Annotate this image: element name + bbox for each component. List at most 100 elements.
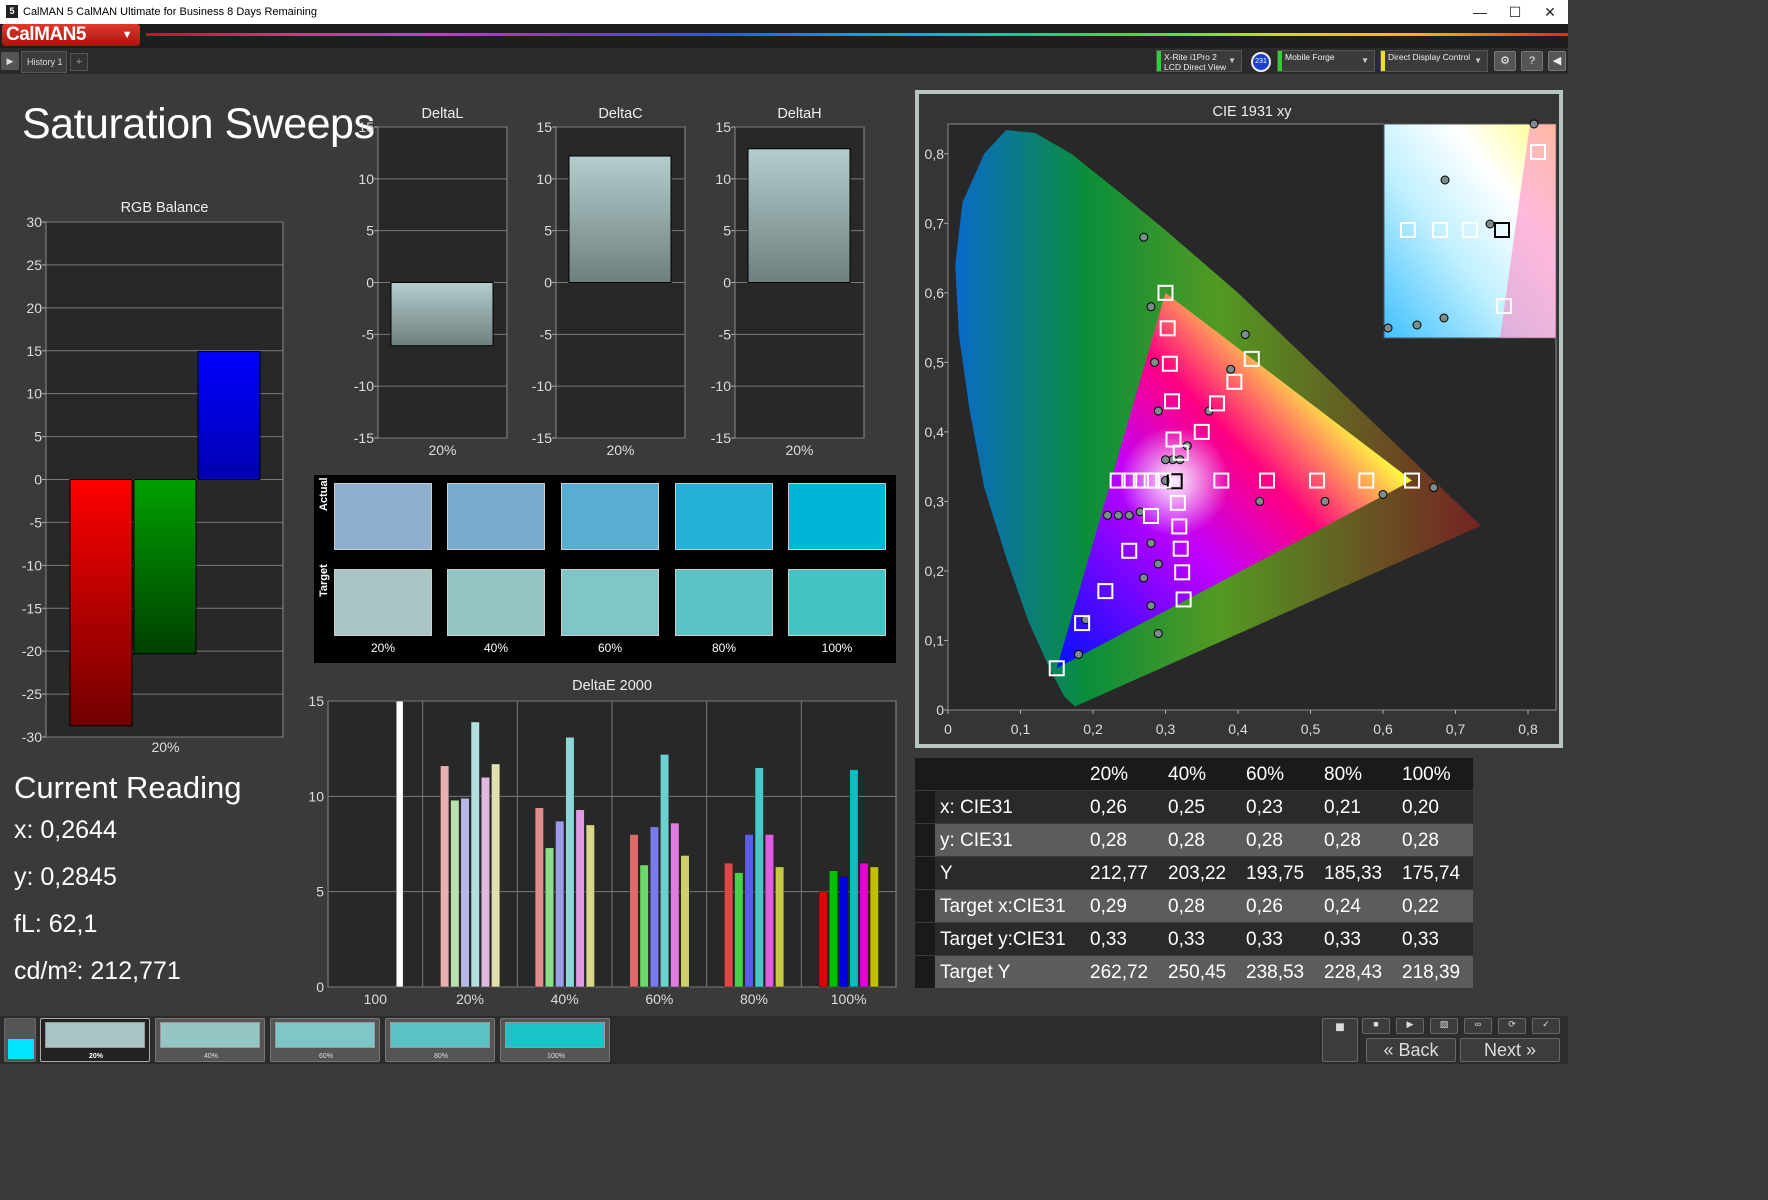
measured-point <box>1140 233 1148 241</box>
current-reading: Current Reading x: 0,2644 y: 0,2845 fL: … <box>14 770 241 1004</box>
y-tick-label: 0,5 <box>925 354 945 370</box>
x-category-label: 100 <box>364 991 388 1007</box>
measured-point <box>1430 484 1438 492</box>
next-label: Next <box>1484 1040 1521 1060</box>
deltae-bar <box>745 834 754 987</box>
step-label: 80% <box>386 1053 496 1060</box>
row-label: y: CIE31 <box>940 830 1013 852</box>
x-tick-label: 0,1 <box>1011 721 1031 737</box>
table-cell: 0,22 <box>1402 896 1439 918</box>
x-tick-label: 0,7 <box>1446 721 1466 737</box>
sweep-step-button[interactable]: 60% <box>270 1018 380 1062</box>
y-tick-label: 0,8 <box>925 146 945 162</box>
inset-point <box>1413 321 1421 329</box>
inset-point <box>1486 220 1494 228</box>
table-header: 40% <box>1168 764 1206 786</box>
step-color <box>505 1022 605 1048</box>
y-tick-label: 0,2 <box>925 563 945 579</box>
sweep-step-button[interactable]: 20% <box>40 1018 150 1062</box>
reading-cdm2: cd/m²: 212,771 <box>14 957 241 1004</box>
row-gutter <box>915 890 935 922</box>
row-label: Y <box>940 863 953 885</box>
inset-point <box>1440 314 1448 322</box>
x-category-label: 20% <box>456 991 484 1007</box>
deltae-bar <box>775 867 784 987</box>
table-cell: 218,39 <box>1402 962 1460 984</box>
table-cell: 175,74 <box>1402 863 1460 885</box>
table-row: x: CIE310,260,250,230,210,20 <box>915 791 1473 823</box>
stop-icon[interactable]: ■ <box>1322 1018 1358 1062</box>
y-tick-label: 0,4 <box>925 424 945 440</box>
back-button[interactable]: « Back <box>1366 1038 1456 1062</box>
play-icon[interactable]: ▶ <box>1396 1018 1424 1034</box>
current-reading-heading: Current Reading <box>14 770 241 806</box>
deltae-bar <box>870 867 879 987</box>
deltae-bar <box>724 863 733 987</box>
measured-point <box>1147 303 1155 311</box>
row-gutter <box>915 824 935 856</box>
deltae-bar <box>765 834 774 987</box>
step-color <box>160 1022 260 1048</box>
reading-fl: fL: 62,1 <box>14 910 241 957</box>
next-button[interactable]: Next » <box>1460 1038 1560 1062</box>
sweep-step-button[interactable]: 80% <box>385 1018 495 1062</box>
deltae-bar <box>681 855 690 987</box>
table-cell: 0,33 <box>1324 929 1361 951</box>
table-cell: 228,43 <box>1324 962 1382 984</box>
x-category-label: 60% <box>645 991 673 1007</box>
deltae-bar <box>440 766 449 987</box>
table-cell: 0,20 <box>1402 797 1439 819</box>
reading-x: x: 0,2644 <box>14 816 241 863</box>
inset-point <box>1384 324 1392 332</box>
measured-point <box>1321 497 1329 505</box>
x-category-label: 100% <box>831 991 867 1007</box>
deltae-bar <box>839 876 848 987</box>
sweep-step-button[interactable]: 100% <box>500 1018 610 1062</box>
record-icon[interactable]: ▧ <box>1430 1018 1458 1034</box>
table-cell: 203,22 <box>1168 863 1226 885</box>
table-cell: 193,75 <box>1246 863 1304 885</box>
row-label: Target Y <box>940 962 1010 984</box>
current-color-indicator[interactable] <box>4 1018 36 1062</box>
stop-button[interactable]: ■ <box>1362 1018 1390 1034</box>
deltae-bar <box>640 865 649 987</box>
measured-point <box>1140 574 1148 582</box>
x-tick-label: 0,4 <box>1228 721 1248 737</box>
deltae-bar <box>481 777 490 987</box>
y-tick-label: 0 <box>316 979 324 995</box>
y-tick-label: 0,1 <box>925 632 945 648</box>
table-cell: 250,45 <box>1168 962 1226 984</box>
check-icon[interactable]: ✓ <box>1532 1018 1560 1034</box>
table-header: 80% <box>1324 764 1362 786</box>
sweep-step-button[interactable]: 40% <box>155 1018 265 1062</box>
back-label: Back <box>1398 1040 1438 1060</box>
bottom-toolbar: 20% 40% 60% 80% 100% ■ ■ ▶ ▧ ∞ ⟳ ✓ « Back Ne… <box>0 1016 1568 1064</box>
measured-point <box>1379 490 1387 498</box>
deltae-bar <box>461 798 470 987</box>
measured-point <box>1136 508 1144 516</box>
y-tick-label: 5 <box>316 884 324 900</box>
step-label: 40% <box>156 1053 266 1060</box>
deltae-bar <box>566 737 575 987</box>
x-tick-label: 0,5 <box>1301 721 1321 737</box>
deltae-bar <box>630 834 639 987</box>
loop-icon[interactable]: ∞ <box>1464 1018 1492 1034</box>
measured-point <box>1147 602 1155 610</box>
measured-point <box>1114 511 1122 519</box>
table-cell: 0,25 <box>1168 797 1205 819</box>
step-label: 20% <box>41 1053 151 1060</box>
deltae-bar <box>586 825 595 987</box>
y-tick-label: 0,6 <box>925 285 945 301</box>
deltae-bar <box>755 768 764 987</box>
step-color <box>45 1022 145 1048</box>
table-header: 20% <box>1090 764 1128 786</box>
x-tick-label: 0,2 <box>1083 721 1103 737</box>
table-cell: 238,53 <box>1246 962 1304 984</box>
reading-y: y: 0,2845 <box>14 863 241 910</box>
deltae-bar <box>850 770 859 987</box>
row-gutter <box>915 923 935 955</box>
refresh-icon[interactable]: ⟳ <box>1498 1018 1526 1034</box>
table-cell: 0,33 <box>1402 929 1439 951</box>
table-cell: 0,26 <box>1090 797 1127 819</box>
deltae-bar <box>451 800 460 987</box>
